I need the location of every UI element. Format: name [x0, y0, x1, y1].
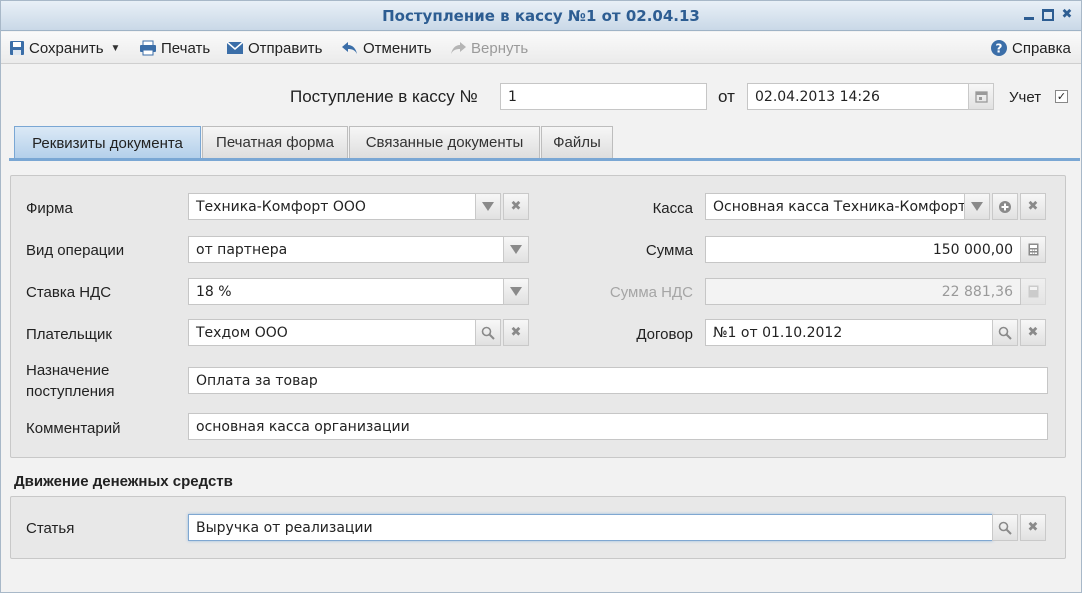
vat-calculator-icon — [1020, 278, 1046, 305]
minimize-icon[interactable] — [1022, 8, 1036, 22]
date-from-label: от — [718, 87, 735, 106]
purpose-label-line2: поступления — [26, 383, 115, 400]
cashflow-section-title: Движение денежных средств — [14, 473, 233, 490]
document-window: Поступление в кассу №1 от 02.04.13 ✖ Сох… — [0, 0, 1082, 593]
purpose-label-line1: Назначение — [26, 362, 110, 379]
redo-label: Вернуть — [471, 39, 529, 57]
calendar-icon[interactable] — [968, 83, 994, 110]
payer-label: Плательщик — [26, 326, 112, 343]
cashbox-label: Касса — [652, 200, 693, 217]
tab-print-form[interactable]: Печатная форма — [202, 126, 348, 158]
floppy-disk-icon — [10, 41, 24, 55]
help-label: Справка — [1012, 39, 1071, 57]
redo-button[interactable]: Вернуть — [449, 37, 528, 59]
operation-label: Вид операции — [26, 242, 125, 259]
comment-input[interactable]: основная касса организации — [188, 413, 1048, 440]
document-label: Поступление в кассу № — [290, 87, 478, 106]
envelope-icon — [226, 41, 244, 54]
send-button[interactable]: Отправить — [226, 37, 322, 59]
svg-text:?: ? — [996, 42, 1003, 56]
purpose-input[interactable]: Оплата за товар — [188, 367, 1048, 394]
firm-select[interactable]: Техника-Комфорт ООО — [188, 193, 476, 220]
tab-requisites[interactable]: Реквизиты документа — [14, 126, 201, 159]
contract-label: Договор — [636, 326, 693, 343]
print-button[interactable]: Печать — [139, 37, 210, 59]
article-label: Статья — [26, 520, 75, 537]
payer-input[interactable]: Техдом ООО — [188, 319, 476, 346]
operation-dropdown-icon[interactable] — [503, 236, 529, 263]
accounting-checkbox[interactable]: ✓ — [1055, 90, 1068, 103]
sum-input[interactable]: 150 000,00 — [705, 236, 1021, 263]
contract-clear-icon[interactable]: ✖ — [1020, 319, 1046, 346]
tab-underline — [9, 158, 1080, 161]
vat-rate-dropdown-icon[interactable] — [503, 278, 529, 305]
tab-linked-documents[interactable]: Связанные документы — [349, 126, 540, 158]
comment-label: Комментарий — [26, 420, 121, 437]
save-label: Сохранить — [29, 39, 104, 57]
printer-icon — [140, 40, 156, 56]
title-bar: Поступление в кассу №1 от 02.04.13 ✖ — [1, 1, 1081, 31]
contract-input[interactable]: №1 от 01.10.2012 — [705, 319, 993, 346]
close-icon[interactable]: ✖ — [1060, 8, 1074, 22]
operation-select[interactable]: от партнера — [188, 236, 504, 263]
chevron-down-icon[interactable]: ▼ — [111, 43, 121, 54]
help-icon: ? — [991, 40, 1007, 56]
undo-button[interactable]: Отменить — [341, 37, 432, 59]
accounting-label: Учет — [1009, 89, 1042, 106]
payer-search-icon[interactable] — [475, 319, 501, 346]
sum-label: Сумма — [645, 242, 693, 259]
article-clear-icon[interactable]: ✖ — [1020, 514, 1046, 541]
toolbar: Сохранить ▼ Печать Отправить Отменить Ве… — [1, 32, 1081, 64]
maximize-icon[interactable] — [1041, 8, 1055, 22]
tab-files[interactable]: Файлы — [541, 126, 613, 158]
undo-label: Отменить — [363, 39, 432, 57]
firm-clear-icon[interactable]: ✖ — [503, 193, 529, 220]
vat-rate-label: Ставка НДС — [26, 284, 112, 301]
redo-arrow-icon — [451, 42, 466, 54]
payer-clear-icon[interactable]: ✖ — [503, 319, 529, 346]
undo-arrow-icon — [342, 42, 357, 54]
article-input[interactable]: Выручка от реализации — [188, 514, 993, 541]
article-search-icon[interactable] — [992, 514, 1018, 541]
save-button[interactable]: Сохранить ▼ — [9, 37, 120, 59]
firm-label: Фирма — [26, 200, 73, 217]
cashbox-dropdown-icon[interactable] — [964, 193, 990, 220]
print-label: Печать — [161, 39, 211, 57]
window-title: Поступление в кассу №1 от 02.04.13 — [382, 7, 700, 25]
firm-dropdown-icon[interactable] — [475, 193, 501, 220]
date-input[interactable]: 02.04.2013 14:26 — [747, 83, 969, 110]
cashbox-clear-icon[interactable]: ✖ — [1020, 193, 1046, 220]
calculator-icon[interactable] — [1020, 236, 1046, 263]
cashbox-add-icon[interactable] — [992, 193, 1018, 220]
vat-sum-label: Сумма НДС — [609, 284, 693, 301]
vat-sum-input: 22 881,36 — [705, 278, 1021, 305]
contract-search-icon[interactable] — [992, 319, 1018, 346]
document-number-input[interactable]: 1 — [500, 83, 707, 110]
send-label: Отправить — [248, 39, 323, 57]
vat-rate-select[interactable]: 18 % — [188, 278, 504, 305]
cashbox-select[interactable]: Основная касса Техника-Комфорт — [705, 193, 965, 220]
help-button[interactable]: ? Справка — [990, 37, 1071, 59]
